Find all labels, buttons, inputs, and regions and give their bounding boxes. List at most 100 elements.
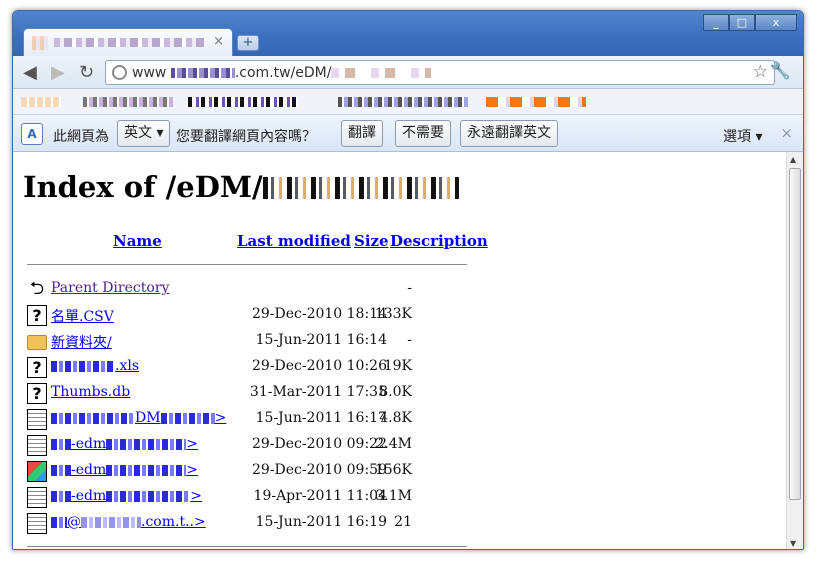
navigation-toolbar: ◀ ▶ ↻ www .com.tw/eDM/ ☆ 🔧 — [13, 56, 803, 89]
bookmark-item[interactable] — [21, 97, 61, 107]
url-redacted-path — [331, 68, 432, 78]
file-size: 156K — [374, 462, 412, 478]
text-file-icon — [27, 487, 47, 508]
file-link[interactable]: .xls — [51, 358, 139, 374]
options-label: 選項 — [723, 129, 751, 145]
file-size: - — [407, 332, 412, 348]
tab-favicon — [32, 36, 48, 50]
bookmarks-bar — [13, 89, 803, 115]
no-translate-button[interactable]: 不需要 — [395, 120, 451, 147]
text-file-icon — [27, 513, 47, 534]
table-row: DM > 15-Jun-2011 16:17 4.8K — [27, 408, 467, 432]
tab-close-icon[interactable]: × — [213, 34, 224, 49]
name-redacted — [51, 516, 67, 528]
browser-window: × + _ □ x ◀ ▶ ↻ www .com.tw/eDM/ ☆ 🔧 A 此… — [12, 10, 804, 550]
column-header-description[interactable]: Description — [390, 232, 488, 250]
close-window-button[interactable]: x — [755, 14, 797, 31]
translate-icon: A — [21, 123, 43, 145]
maximize-button[interactable]: □ — [729, 14, 755, 31]
file-size: 21 — [394, 514, 412, 530]
address-bar[interactable]: www .com.tw/eDM/ ☆ — [105, 60, 775, 85]
page-content: Index of /eDM/ Name Last modified Size D… — [13, 152, 787, 549]
file-link[interactable]: Thumbs.db — [51, 384, 130, 400]
always-translate-button[interactable]: 永遠翻譯英文 — [460, 120, 558, 147]
vertical-scrollbar[interactable]: ▲ ▼ — [786, 152, 803, 549]
browser-tab[interactable]: × — [23, 28, 233, 56]
bookmark-item[interactable] — [83, 97, 173, 107]
back-arrow-icon[interactable]: ◀ — [23, 62, 37, 83]
translate-prompt: 此網頁為 — [53, 129, 109, 145]
file-name-text: -edm — [71, 462, 107, 478]
minimize-button[interactable]: _ — [703, 14, 729, 31]
url-prefix: www — [132, 65, 167, 81]
file-name-text: DM — [135, 410, 161, 426]
url-text[interactable]: www .com.tw/eDM/ — [132, 65, 432, 81]
name-redacted — [51, 412, 135, 424]
language-select[interactable]: 英文 ▾ — [117, 120, 171, 147]
file-link[interactable]: -edm > — [51, 488, 202, 504]
page-title-text: Index of /eDM/ — [23, 170, 263, 204]
file-size: 133K — [374, 306, 412, 322]
column-header-size[interactable]: Size — [354, 232, 389, 250]
table-row: @ .com.t..> 15-Jun-2011 16:19 21 — [27, 512, 467, 536]
url-redacted-domain — [170, 68, 235, 78]
file-link[interactable]: 名單.CSV — [51, 306, 114, 326]
name-redacted — [81, 516, 141, 528]
new-tab-button[interactable]: + — [237, 35, 259, 51]
translate-question: 您要翻譯網頁內容嗎？ — [176, 129, 316, 145]
image-file-icon — [27, 461, 47, 482]
file-name-text: .xls — [115, 358, 140, 374]
text-file-icon — [27, 409, 47, 430]
name-redacted — [51, 490, 71, 502]
file-size: 19K — [383, 358, 412, 374]
file-name-suffix: .com.t..> — [141, 514, 206, 530]
name-redacted — [51, 438, 71, 450]
title-bar: × + _ □ x — [13, 11, 803, 56]
options-menu[interactable]: 選項 ▾ — [723, 126, 762, 146]
pdf-file-icon — [27, 435, 47, 456]
scrollbar-thumb[interactable] — [789, 168, 801, 500]
table-row: ⮌ Parent Directory - — [27, 278, 467, 302]
url-path: .com.tw/eDM/ — [234, 65, 332, 81]
name-redacted — [51, 464, 71, 476]
file-link[interactable]: 新資料夾/ — [51, 332, 112, 352]
table-row: ? Thumbs.db 31-Mar-2011 17:35 8.0K — [27, 382, 467, 406]
file-size: 3.1M — [375, 488, 412, 504]
title-redacted — [262, 177, 459, 199]
translate-button[interactable]: 翻譯 — [341, 120, 383, 147]
column-header-last-modified[interactable]: Last modified — [237, 232, 351, 250]
bookmark-item[interactable] — [486, 97, 586, 107]
reload-icon[interactable]: ↻ — [79, 62, 94, 83]
tab-title-redacted — [54, 38, 204, 47]
name-redacted — [51, 360, 115, 372]
bookmark-item[interactable] — [338, 97, 468, 107]
window-controls: _ □ x — [703, 14, 797, 31]
name-redacted — [106, 490, 191, 502]
file-link[interactable]: -edm > — [51, 462, 198, 478]
bookmark-item[interactable] — [188, 97, 298, 107]
infobar-close-icon[interactable]: × — [780, 124, 793, 142]
file-link[interactable]: DM > — [51, 410, 226, 426]
unknown-file-icon: ? — [27, 305, 47, 326]
file-name-text: -edm — [71, 436, 107, 452]
table-row: 新資料夾/ 15-Jun-2011 16:14 - — [27, 330, 467, 354]
table-row: ? .xls 29-Dec-2010 10:26 19K — [27, 356, 467, 380]
table-row: -edm > 19-Apr-2011 11:04 3.1M — [27, 486, 467, 510]
wrench-menu-icon[interactable]: 🔧 — [770, 61, 791, 81]
bookmark-star-icon[interactable]: ☆ — [753, 62, 768, 82]
table-row: -edm > 29-Dec-2010 09:59 156K — [27, 460, 467, 484]
scroll-down-arrow-icon[interactable]: ▼ — [790, 539, 796, 548]
header-divider — [27, 264, 467, 265]
scroll-up-arrow-icon[interactable]: ▲ — [790, 155, 796, 164]
file-link[interactable]: @ .com.t..> — [51, 514, 206, 530]
table-row: -edm > 29-Dec-2010 09:22 2.4M — [27, 434, 467, 458]
file-size: 2.4M — [375, 436, 412, 452]
forward-arrow-icon[interactable]: ▶ — [51, 62, 65, 83]
file-link[interactable]: -edm > — [51, 436, 198, 452]
file-name-suffix: > — [190, 488, 202, 504]
file-link[interactable]: Parent Directory — [51, 280, 169, 296]
column-header-name[interactable]: Name — [113, 232, 162, 250]
globe-icon — [112, 65, 127, 80]
file-name-text: @ — [67, 514, 81, 530]
footer-divider — [27, 546, 467, 547]
